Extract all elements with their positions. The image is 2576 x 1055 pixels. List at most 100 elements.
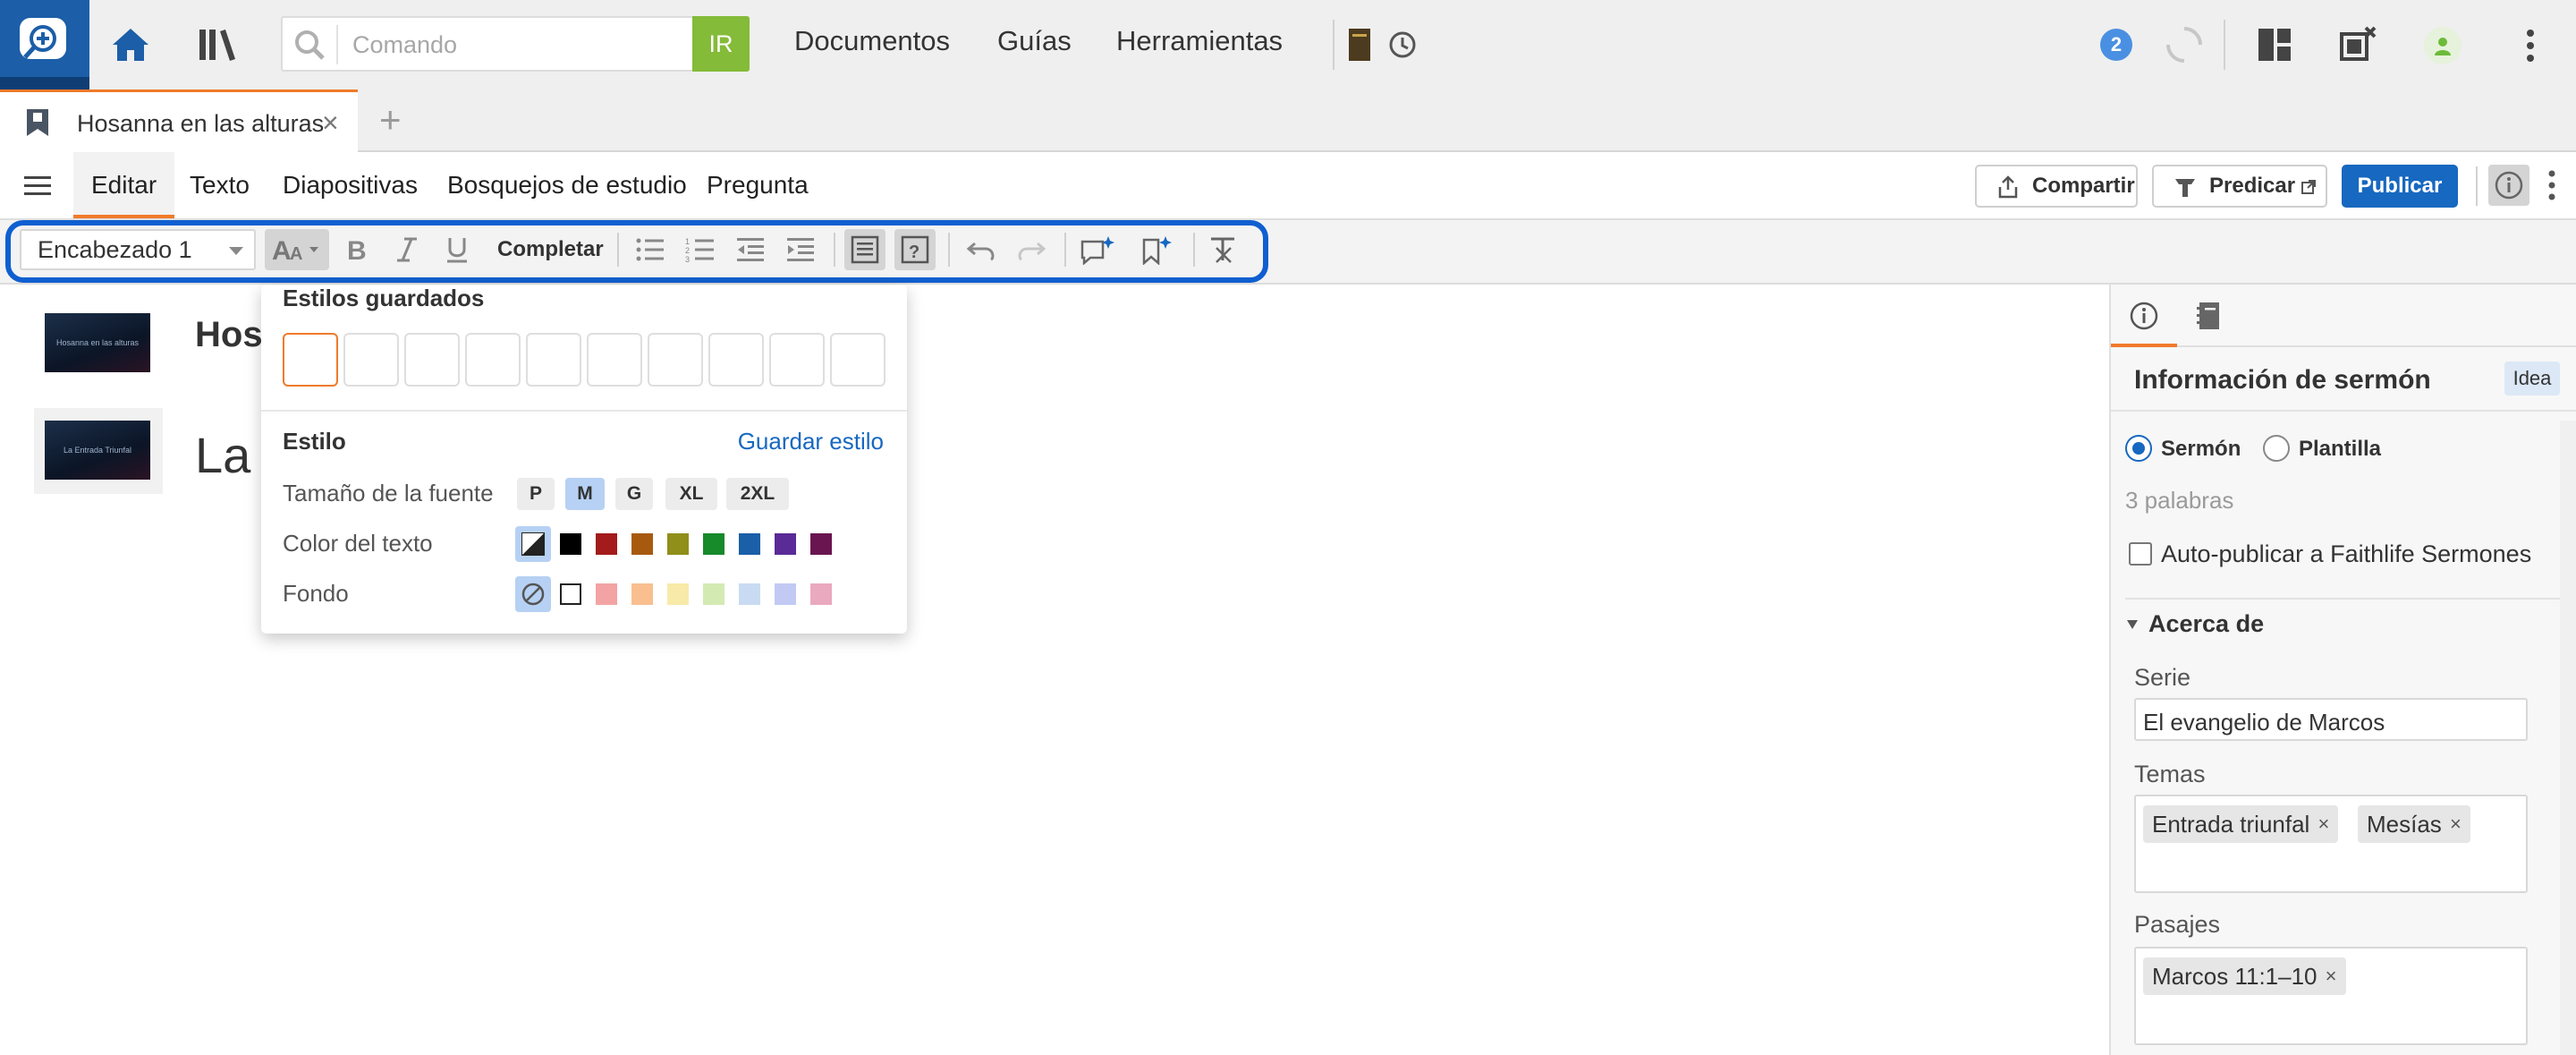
font-size-xl[interactable]: XL <box>665 478 717 510</box>
publish-button[interactable]: Publicar <box>2342 165 2458 208</box>
radio-template[interactable] <box>2263 435 2290 462</box>
share-button[interactable]: Compartir <box>1975 165 2138 208</box>
passages-field[interactable]: Marcos 11:1–10 × <box>2134 947 2528 1045</box>
font-size-g[interactable]: G <box>615 478 653 510</box>
word-count: 3 palabras <box>2125 487 2234 514</box>
tab-document-title: Hosanna en las alturas <box>77 110 325 137</box>
text-color-label: Color del texto <box>283 530 433 557</box>
saved-style-slot[interactable] <box>526 333 581 387</box>
saved-style-slot[interactable] <box>648 333 703 387</box>
saved-style-slot[interactable] <box>769 333 825 387</box>
menu-slides[interactable]: Diapositivas <box>265 152 436 218</box>
notebook-tab-icon[interactable] <box>2191 299 2225 333</box>
text-color-swatch[interactable] <box>560 533 581 555</box>
remove-topic-icon[interactable]: × <box>2450 805 2462 843</box>
menu-text[interactable]: Texto <box>172 152 267 218</box>
font-size-p[interactable]: P <box>517 478 555 510</box>
about-section-title[interactable]: Acerca de <box>2148 610 2264 638</box>
remove-topic-icon[interactable]: × <box>2318 805 2329 843</box>
background-color-swatch[interactable] <box>667 583 689 605</box>
background-color-swatch[interactable] <box>739 583 760 605</box>
close-panels-icon[interactable] <box>2338 23 2379 64</box>
layout-icon[interactable] <box>2254 25 2295 64</box>
background-color-swatch[interactable] <box>596 583 617 605</box>
topic-chip[interactable]: Entrada triunfal × <box>2143 805 2339 843</box>
text-color-swatch[interactable] <box>739 533 760 555</box>
saved-style-slot[interactable] <box>465 333 521 387</box>
tab-info[interactable] <box>2111 285 2177 347</box>
radio-sermon-label: Sermón <box>2161 437 2241 461</box>
hamburger-menu-icon[interactable] <box>20 170 55 202</box>
preach-label: Predicar <box>2209 174 2296 198</box>
nav-tools[interactable]: Herramientas <box>1116 25 1283 57</box>
panel-scrollbar[interactable] <box>2560 421 2576 1055</box>
logos-search-icon <box>20 18 66 59</box>
info-panel-toggle-icon[interactable] <box>2488 165 2529 206</box>
autopublish-checkbox[interactable] <box>2129 542 2152 566</box>
font-size-2xl[interactable]: 2XL <box>726 478 789 510</box>
top-bar: IR Documentos Guías Herramientas 2 <box>0 0 2576 89</box>
more-menu-icon[interactable] <box>2517 27 2544 64</box>
topic-chip-label: Entrada triunfal <box>2152 811 2310 838</box>
logos-logo[interactable] <box>0 0 89 89</box>
saved-style-slot[interactable] <box>830 333 886 387</box>
slide-thumbnail-1[interactable]: Hosanna en las alturas <box>45 313 150 372</box>
saved-styles-title: Estilos guardados <box>283 285 485 311</box>
saved-style-slot[interactable] <box>708 333 764 387</box>
book-icon[interactable] <box>1343 25 1376 64</box>
add-tab-button[interactable]: + <box>379 98 402 141</box>
save-style-link[interactable]: Guardar estilo <box>738 428 884 455</box>
menu-study-outlines[interactable]: Bosquejos de estudio <box>429 152 705 218</box>
series-field[interactable]: El evangelio de Marcos <box>2134 698 2528 741</box>
nav-documents[interactable]: Documentos <box>794 25 950 57</box>
menu-edit[interactable]: Editar <box>73 152 175 218</box>
tab-document[interactable]: Hosanna en las alturas × <box>0 89 358 152</box>
library-icon[interactable] <box>197 25 240 64</box>
text-color-swatch[interactable] <box>667 533 689 555</box>
background-color-swatch[interactable] <box>810 583 832 605</box>
passage-chip[interactable]: Marcos 11:1–10 × <box>2143 957 2346 995</box>
preach-button[interactable]: Predicar <box>2152 165 2327 208</box>
text-color-swatch[interactable] <box>631 533 653 555</box>
collapse-triangle-icon[interactable] <box>2123 616 2141 634</box>
slide-thumbnail-2[interactable]: La Entrada Triunfal <box>45 421 150 480</box>
background-color-swatch[interactable] <box>560 583 581 605</box>
topics-label: Temas <box>2134 761 2206 787</box>
history-icon[interactable] <box>1385 27 1420 63</box>
home-icon[interactable] <box>109 25 152 64</box>
topic-chip[interactable]: Mesías × <box>2358 805 2470 843</box>
saved-style-slot[interactable] <box>343 333 399 387</box>
sync-icon[interactable] <box>2163 23 2206 66</box>
topic-chip-label: Mesías <box>2367 811 2442 838</box>
background-color-swatch[interactable] <box>775 583 796 605</box>
command-input[interactable] <box>352 27 692 63</box>
default-color-icon <box>521 532 545 556</box>
passages-label: Pasajes <box>2134 911 2221 938</box>
notification-badge[interactable]: 2 <box>2100 29 2132 61</box>
passage-chip-label: Marcos 11:1–10 <box>2152 963 2318 990</box>
radio-sermon[interactable] <box>2125 435 2152 462</box>
background-none-selected[interactable] <box>515 576 551 612</box>
text-color-swatch[interactable] <box>703 533 724 555</box>
saved-style-slot[interactable] <box>587 333 642 387</box>
more-options-icon[interactable] <box>2542 166 2562 204</box>
text-color-default-selected[interactable] <box>515 526 551 562</box>
user-avatar-icon[interactable] <box>2424 27 2462 64</box>
go-button[interactable]: IR <box>692 16 750 72</box>
menu-question[interactable]: Pregunta <box>689 152 826 218</box>
text-color-swatch[interactable] <box>775 533 796 555</box>
text-color-swatch[interactable] <box>596 533 617 555</box>
document-heading-1[interactable]: Hos <box>195 315 263 355</box>
saved-style-slot[interactable] <box>283 333 338 387</box>
font-size-m[interactable]: M <box>565 478 605 510</box>
background-color-swatch[interactable] <box>631 583 653 605</box>
idea-badge[interactable]: Idea <box>2504 362 2560 396</box>
background-color-swatch[interactable] <box>703 583 724 605</box>
series-label: Serie <box>2134 664 2191 691</box>
close-tab-icon[interactable]: × <box>322 106 339 140</box>
text-color-swatch[interactable] <box>810 533 832 555</box>
topics-field[interactable]: Entrada triunfal × Mesías × <box>2134 795 2528 893</box>
remove-passage-icon[interactable]: × <box>2326 957 2337 995</box>
saved-style-slot[interactable] <box>404 333 460 387</box>
nav-guides[interactable]: Guías <box>997 25 1072 57</box>
